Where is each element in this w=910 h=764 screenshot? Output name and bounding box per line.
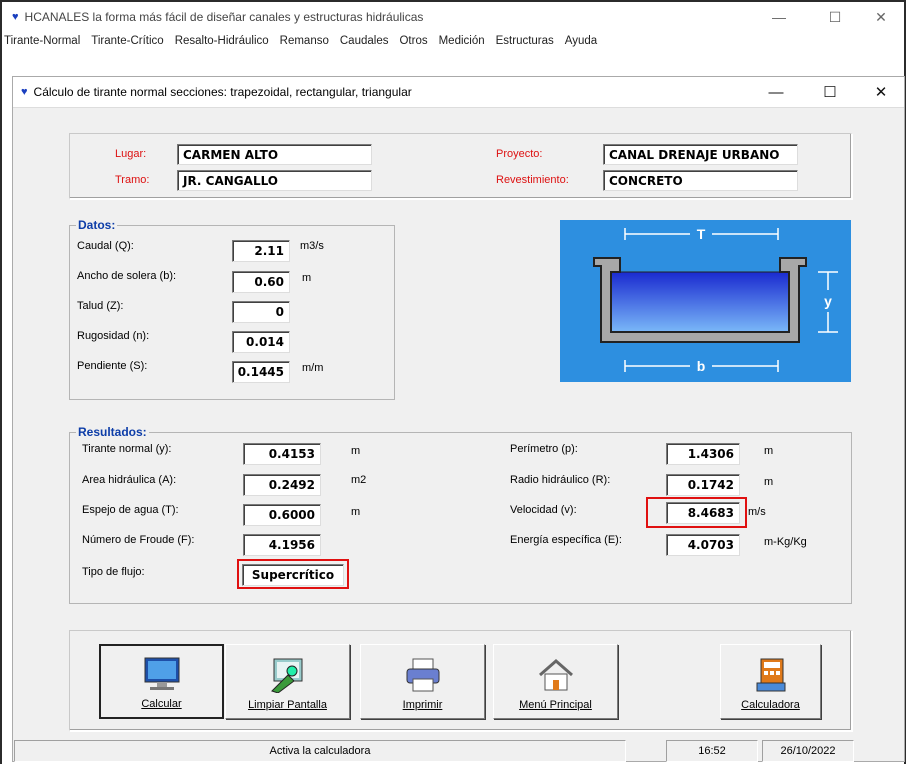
lugar-label: Lugar: (115, 148, 147, 160)
revestimiento-field[interactable]: CONCRETO (603, 170, 798, 191)
tirante-normal-unit: m (351, 445, 361, 457)
main-close-button[interactable]: ✕ (856, 2, 906, 32)
perimetro-unit: m (764, 445, 774, 457)
velocidad-unit: m/s (748, 506, 766, 518)
talud-label: Talud (Z): (77, 300, 124, 312)
froude-field[interactable]: 4.1956 (243, 534, 321, 556)
radio-hidraulico-field[interactable]: 0.1742 (666, 474, 740, 496)
menu-remanso[interactable]: Remanso (280, 35, 329, 47)
froude-label: Número de Froude (F): (82, 534, 195, 546)
datos-title: Datos: (76, 218, 118, 232)
tipo-flujo-label: Tipo de flujo: (82, 566, 145, 578)
proyecto-label: Proyecto: (496, 148, 543, 160)
status-bar: Activa la calculadora 16:52 26/10/2022 (14, 740, 904, 762)
computer-icon (144, 657, 179, 690)
pendiente-unit: m/m (302, 362, 324, 374)
talud-field[interactable]: 0 (232, 301, 290, 323)
velocidad-field[interactable]: 8.4683 (666, 502, 740, 524)
app-logo-icon: ♥ (12, 11, 19, 23)
perimetro-field[interactable]: 1.4306 (666, 443, 740, 465)
imprimir-label: Imprimir (402, 699, 443, 711)
limpiar-pantalla-label: Limpiar Pantalla (248, 699, 327, 711)
ancho-solera-label: Ancho de solera (b): (77, 270, 177, 282)
espejo-agua-unit: m (351, 506, 361, 518)
calculadora-button[interactable]: Calculadora (720, 644, 821, 719)
menu-caudales[interactable]: Caudales (340, 35, 389, 47)
tirante-normal-label: Tirante normal (y): (82, 443, 172, 455)
velocidad-label: Velocidad (v): (510, 504, 577, 516)
main-maximize-button[interactable]: ☐ (810, 2, 860, 32)
pendiente-label: Pendiente (S): (77, 360, 148, 372)
menu-tirante-critico[interactable]: Tirante-Crítico (91, 35, 163, 47)
menu-otros[interactable]: Otros (399, 35, 427, 47)
clean-screen-icon (270, 658, 302, 693)
resultados-group: Resultados: Tirante normal (y): 0.4153 m… (69, 425, 852, 604)
diagram-b-label: b (697, 358, 706, 374)
caudal-field[interactable]: 2.11 (232, 240, 290, 262)
main-window-title: HCANALES la forma más fácil de diseñar c… (24, 10, 424, 24)
home-icon (538, 659, 573, 691)
status-date: 26/10/2022 (762, 740, 854, 762)
menu-medicion[interactable]: Medición (439, 35, 485, 47)
espejo-agua-field[interactable]: 0.6000 (243, 504, 321, 526)
tramo-label: Tramo: (115, 174, 150, 186)
lugar-field[interactable]: CARMEN ALTO (177, 144, 372, 165)
rectangular-channel-diagram: T b y (560, 220, 851, 382)
espejo-agua-label: Espejo de agua (T): (82, 504, 179, 516)
child-logo-icon: ♥ (21, 86, 28, 98)
menu-resalto-hidraulico[interactable]: Resalto-Hidráulico (175, 35, 269, 47)
status-time: 16:52 (666, 740, 758, 762)
area-hidraulica-label: Area hidráulica (A): (82, 474, 177, 486)
child-minimize-button[interactable]: — (753, 77, 799, 107)
calculadora-label: Calculadora (741, 699, 800, 711)
perimetro-label: Perímetro (p): (510, 443, 578, 455)
menu-tirante-normal[interactable]: Tirante-Normal (4, 35, 80, 47)
radio-hidraulico-unit: m (764, 476, 774, 488)
channel-diagram: T b y (560, 220, 851, 382)
child-window: ♥ Cálculo de tirante normal secciones: t… (12, 76, 905, 762)
datos-group: Datos: Caudal (Q): 2.11 m3/s Ancho de so… (69, 218, 395, 400)
calculator-icon (756, 658, 785, 692)
ancho-solera-unit: m (302, 272, 312, 284)
caudal-unit: m3/s (300, 240, 324, 252)
proyecto-field[interactable]: CANAL DRENAJE URBANO (603, 144, 798, 165)
child-maximize-button[interactable]: ☐ (807, 77, 853, 107)
header-panel: Lugar: CARMEN ALTO Tramo: JR. CANGALLO P… (69, 133, 852, 199)
area-hidraulica-field[interactable]: 0.2492 (243, 474, 321, 496)
resultados-title: Resultados: (76, 425, 149, 439)
calcular-button-label: Calcular (141, 698, 182, 710)
menu-ayuda[interactable]: Ayuda (565, 35, 597, 47)
buttons-panel: Calcular Limpiar Pantalla Imprimir Menú … (69, 630, 852, 731)
imprimir-button[interactable]: Imprimir (360, 644, 485, 719)
pendiente-field[interactable]: 0.1445 (232, 361, 290, 383)
radio-hidraulico-label: Radio hidráulico (R): (510, 474, 611, 486)
caudal-label: Caudal (Q): (77, 240, 134, 252)
status-message: Activa la calculadora (14, 740, 626, 762)
child-window-title: Cálculo de tirante normal secciones: tra… (33, 85, 412, 99)
diagram-y-label: y (824, 293, 832, 309)
menu-estructuras[interactable]: Estructuras (496, 35, 554, 47)
energia-unit: m-Kg/Kg (764, 536, 807, 548)
energia-field[interactable]: 4.0703 (666, 534, 740, 556)
diagram-T-label: T (697, 226, 706, 242)
menu-principal-label: Menú Principal (519, 699, 592, 711)
tirante-normal-field[interactable]: 0.4153 (243, 443, 321, 465)
main-minimize-button[interactable]: — (754, 2, 804, 32)
calcular-button[interactable]: Calcular (99, 644, 224, 719)
energia-label: Energía específica (E): (510, 534, 622, 546)
printer-icon (406, 658, 439, 692)
tramo-field[interactable]: JR. CANGALLO (177, 170, 372, 191)
rugosidad-field[interactable]: 0.014 (232, 331, 290, 353)
revestimiento-label: Revestimiento: (496, 174, 569, 186)
rugosidad-label: Rugosidad (n): (77, 330, 150, 342)
child-close-button[interactable]: ✕ (858, 77, 904, 107)
limpiar-pantalla-button[interactable]: Limpiar Pantalla (225, 644, 350, 719)
tipo-flujo-field[interactable]: Supercrítico (242, 564, 344, 586)
area-hidraulica-unit: m2 (351, 474, 367, 486)
menu-principal-button[interactable]: Menú Principal (493, 644, 618, 719)
ancho-solera-field[interactable]: 0.60 (232, 271, 290, 293)
menu-bar: Tirante-Normal Tirante-Crítico Resalto-H… (2, 32, 904, 50)
